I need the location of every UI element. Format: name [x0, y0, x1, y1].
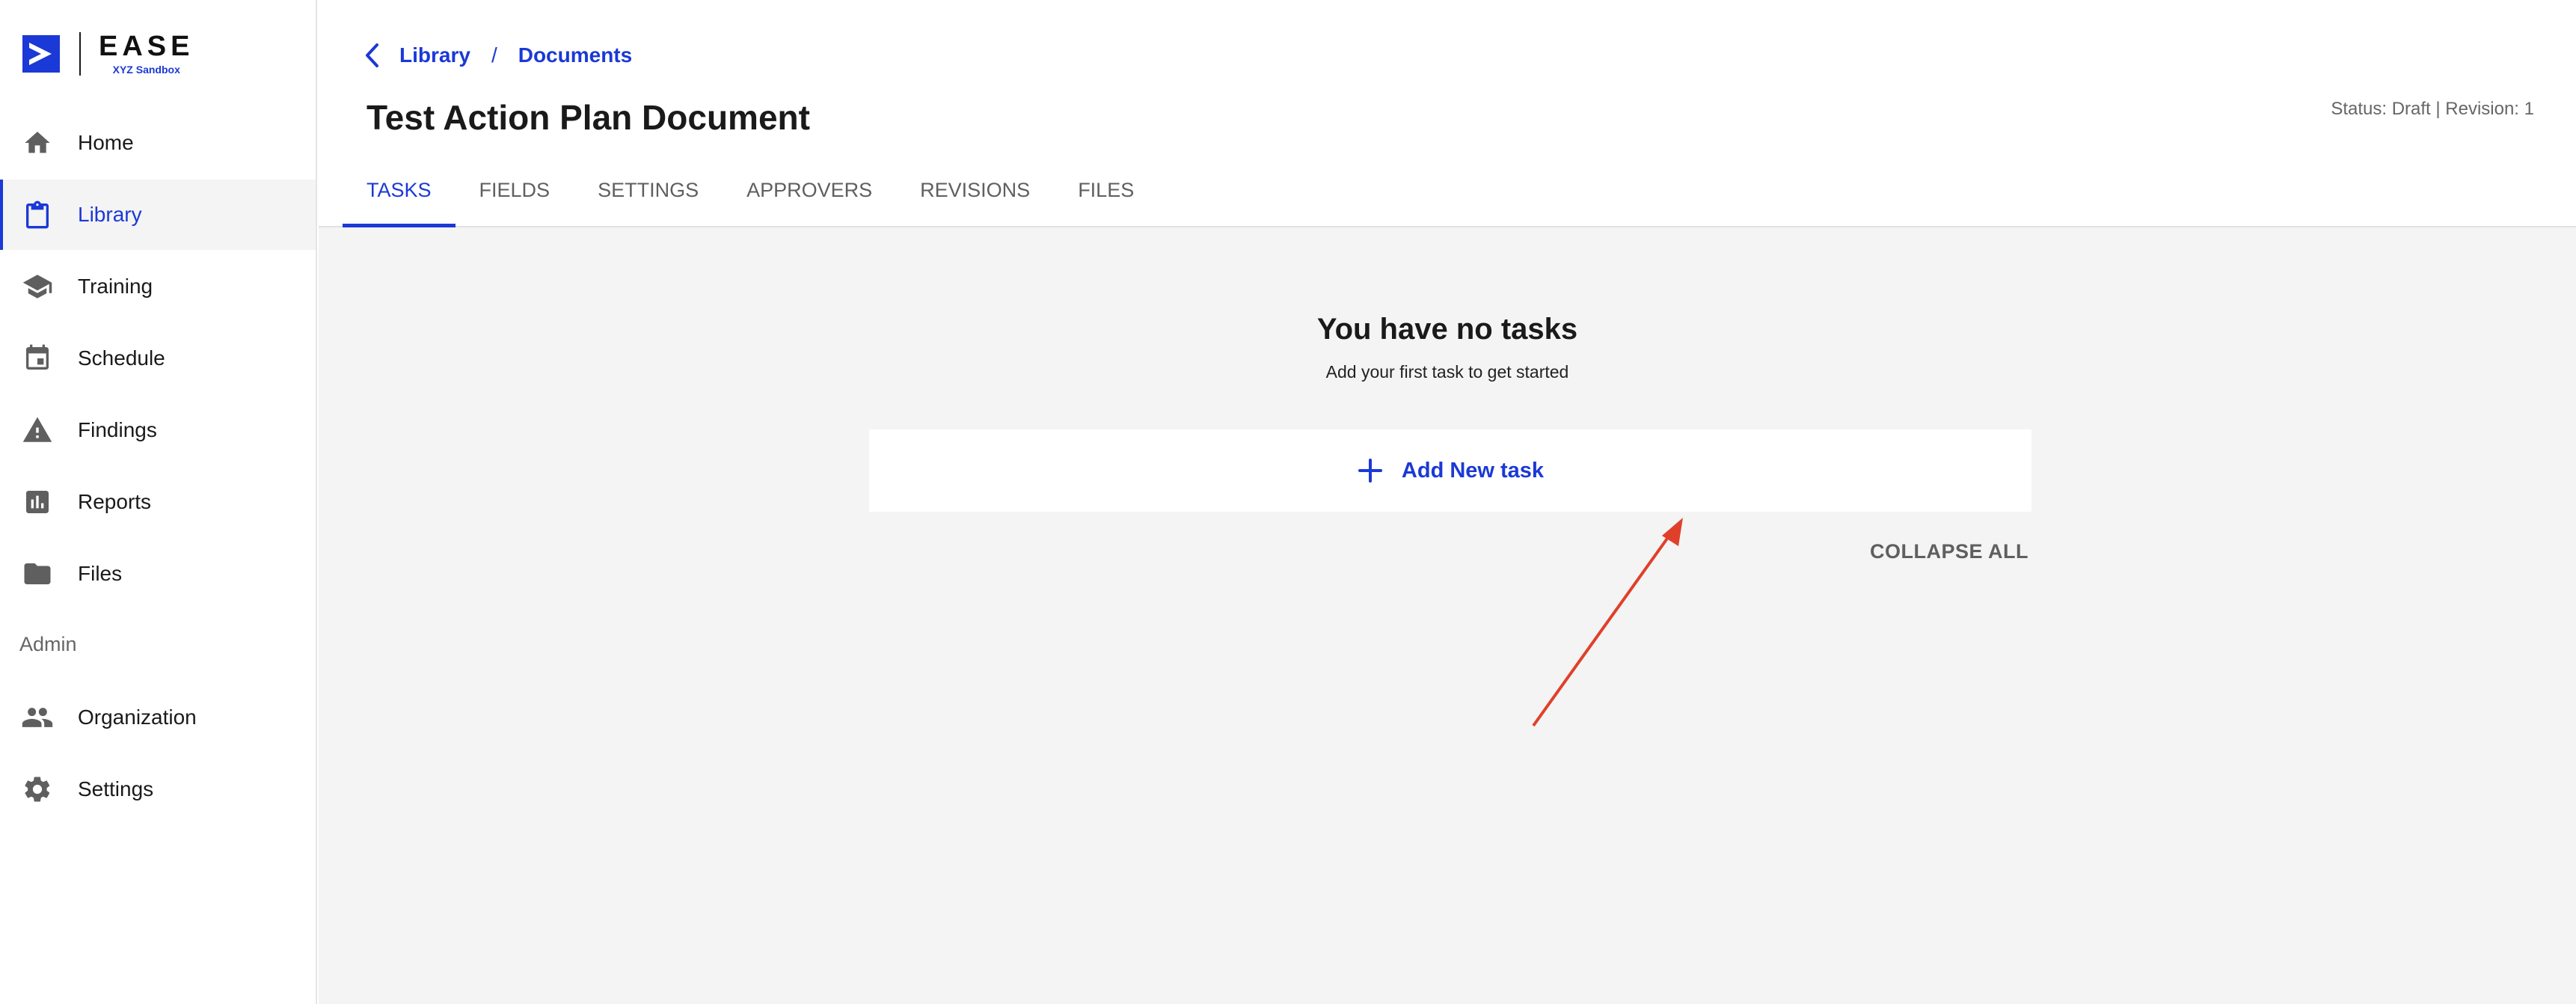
tab-settings[interactable]: SETTINGS: [574, 154, 723, 226]
empty-state-subtitle: Add your first task to get started: [1325, 362, 1569, 382]
app-root: EASE XYZ Sandbox Home Library Training S…: [0, 0, 2576, 1004]
sidebar-item-schedule[interactable]: Schedule: [0, 323, 316, 394]
logo-mark-icon: [22, 35, 60, 73]
warning-icon: [21, 414, 54, 447]
sidebar-item-label: Training: [78, 275, 153, 298]
logo-text: EASE XYZ Sandbox: [99, 32, 194, 76]
status-revision-text: Status: Draft | Revision: 1: [2331, 99, 2534, 119]
main-content: You have no tasks Add your first task to…: [319, 227, 2576, 1004]
sidebar-item-organization[interactable]: Organization: [0, 682, 316, 753]
gear-icon: [21, 773, 54, 806]
logo-divider: [79, 32, 81, 76]
add-new-task-label: Add New task: [1401, 458, 1545, 483]
sidebar-item-reports[interactable]: Reports: [0, 467, 316, 537]
people-icon: [21, 701, 54, 734]
tab-tasks[interactable]: TASKS: [343, 154, 456, 227]
sidebar-item-label: Files: [78, 562, 123, 585]
plus-icon: [1357, 457, 1384, 484]
bar-chart-icon: [21, 486, 54, 518]
sidebar-item-label: Reports: [78, 490, 152, 513]
logo-word: EASE: [99, 31, 194, 62]
sidebar-item-files[interactable]: Files: [0, 539, 316, 609]
add-new-task-button[interactable]: Add New task: [869, 429, 2031, 512]
empty-state-title: You have no tasks: [1316, 313, 1578, 346]
sidebar-section-admin: Admin: [19, 633, 77, 655]
sidebar-item-settings[interactable]: Settings: [0, 754, 316, 824]
sidebar-item-label: Schedule: [78, 346, 165, 370]
breadcrumb-documents-link[interactable]: Documents: [518, 43, 632, 67]
breadcrumb: Library / Documents: [364, 40, 632, 70]
folder-icon: [21, 557, 54, 590]
home-icon: [21, 126, 54, 159]
tab-revisions[interactable]: REVISIONS: [896, 154, 1054, 226]
sidebar-item-findings[interactable]: Findings: [0, 395, 316, 465]
back-chevron-icon[interactable]: [364, 40, 386, 70]
collapse-all-button[interactable]: COLLAPSE ALL: [1870, 540, 2028, 563]
tab-bar: TASKS FIELDS SETTINGS APPROVERS REVISION…: [343, 154, 1158, 227]
sidebar-item-training[interactable]: Training: [0, 251, 316, 322]
tab-approvers[interactable]: APPROVERS: [723, 154, 896, 226]
sidebar-item-label: Findings: [78, 418, 157, 441]
logo-subtitle: XYZ Sandbox: [112, 64, 180, 76]
sidebar-item-label: Settings: [78, 777, 154, 801]
clipboard-icon: [21, 198, 54, 231]
page-header: Library / Documents Test Action Plan Doc…: [319, 0, 2576, 227]
graduation-cap-icon: [21, 270, 54, 303]
page-title: Test Action Plan Document: [367, 98, 810, 137]
sidebar-item-library[interactable]: Library: [0, 180, 316, 250]
sidebar: EASE XYZ Sandbox Home Library Training S…: [0, 0, 317, 1004]
tab-files[interactable]: FILES: [1054, 154, 1158, 226]
sidebar-item-label: Home: [78, 131, 134, 154]
sidebar-item-home[interactable]: Home: [0, 108, 316, 178]
sidebar-item-label: Organization: [78, 705, 197, 729]
brand-logo[interactable]: EASE XYZ Sandbox: [22, 32, 194, 76]
calendar-icon: [21, 342, 54, 375]
breadcrumb-library-link[interactable]: Library: [399, 43, 470, 67]
sidebar-item-label: Library: [78, 203, 142, 226]
tab-fields[interactable]: FIELDS: [456, 154, 574, 226]
breadcrumb-separator: /: [491, 43, 497, 67]
annotation-arrow-icon: [1532, 518, 1683, 727]
